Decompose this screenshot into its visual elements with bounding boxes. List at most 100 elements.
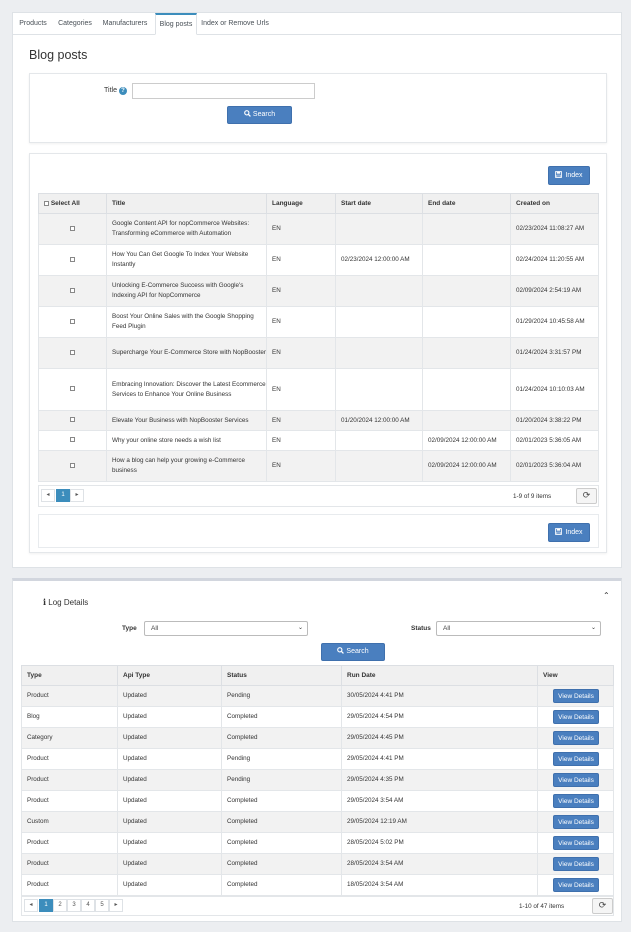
pager-page-button[interactable]: 4	[81, 899, 95, 912]
row-select-cell[interactable]	[38, 430, 107, 451]
row-select-cell[interactable]	[38, 244, 107, 276]
end-date-cell	[422, 410, 511, 431]
blog-posts-table: Select All Title Language Start date End…	[38, 193, 599, 482]
pager-summary: 1-10 of 47 items	[519, 903, 565, 910]
created-on-cell: 02/01/2023 5:36:05 AM	[510, 430, 599, 451]
row-checkbox[interactable]	[70, 386, 75, 392]
row-checkbox[interactable]	[70, 462, 75, 468]
pager-page-button[interactable]: 3	[67, 899, 81, 912]
blog-posts-card: Products Categories Manufacturers Blog p…	[12, 12, 622, 568]
search-button[interactable]: Search	[227, 106, 292, 124]
title-cell: Supercharge Your E-Commerce Store with N…	[106, 337, 267, 369]
pager-page-button[interactable]: 1	[39, 899, 53, 912]
created-on-cell: 02/23/2024 11:08:27 AM	[510, 213, 599, 245]
view-details-button[interactable]: View Details	[553, 857, 599, 871]
row-select-cell[interactable]	[38, 450, 107, 482]
view-cell: View Details	[537, 727, 614, 749]
created-on-cell: 02/09/2024 2:54:19 AM	[510, 275, 599, 307]
row-checkbox[interactable]	[70, 287, 75, 293]
row-select-cell[interactable]	[38, 368, 107, 411]
row-checkbox[interactable]	[70, 225, 75, 231]
row-select-cell[interactable]	[38, 275, 107, 307]
column-select-all[interactable]: Select All	[38, 193, 107, 214]
row-checkbox[interactable]	[70, 437, 75, 443]
title-label: Title	[104, 87, 117, 94]
pager-prev-button[interactable]: ◂	[41, 489, 55, 502]
refresh-button[interactable]: ⟳	[592, 898, 613, 914]
row-checkbox[interactable]	[70, 256, 75, 262]
log-row: Product Updated Completed 28/05/2024 5:02 P…	[21, 832, 614, 854]
view-details-button[interactable]: View Details	[553, 752, 599, 766]
view-details-button[interactable]: View Details	[553, 773, 599, 787]
index-footer-button-label: Index	[565, 529, 583, 536]
tab-categories[interactable]: Categories	[55, 13, 95, 35]
column-language: Language	[266, 193, 336, 214]
help-circle-icon[interactable]: ?	[119, 87, 127, 95]
tab-products[interactable]: Products	[13, 13, 53, 35]
row-select-cell[interactable]	[38, 337, 107, 369]
view-details-button[interactable]: View Details	[553, 794, 599, 808]
pager-page-button[interactable]: 1	[56, 489, 70, 502]
view-details-button[interactable]: View Details	[553, 878, 599, 892]
row-select-cell[interactable]	[38, 306, 107, 338]
column-api-type: Api Type	[117, 665, 222, 686]
column-title: Title	[106, 193, 267, 214]
row-checkbox[interactable]	[70, 318, 75, 324]
index-button-label: Index	[565, 172, 583, 179]
status-cell: Completed	[221, 790, 342, 812]
select-all-checkbox[interactable]	[44, 200, 49, 206]
view-details-button[interactable]: View Details	[553, 731, 599, 745]
type-select-value: All	[151, 625, 159, 632]
grid-footer: Index	[38, 514, 599, 548]
tab-blog-posts[interactable]: Blog posts	[155, 13, 197, 35]
row-checkbox[interactable]	[70, 349, 75, 355]
log-row: Product Updated Pending 29/05/2024 4:41 PM V…	[21, 748, 614, 770]
refresh-button[interactable]: ⟳	[576, 488, 597, 504]
column-type: Type	[21, 665, 118, 686]
column-run-date: Run Date	[341, 665, 538, 686]
pager-next-button[interactable]: ▸	[70, 489, 84, 502]
index-button[interactable]: Index	[548, 166, 590, 185]
row-checkbox[interactable]	[70, 417, 75, 423]
start-date-cell	[335, 306, 423, 338]
tab-manufacturers[interactable]: Manufacturers	[99, 13, 151, 35]
search-icon	[244, 110, 251, 117]
type-select[interactable]: All ⌄	[144, 621, 308, 636]
tab-index-or-remove-urls[interactable]: Index or Remove Urls	[201, 13, 269, 35]
start-date-cell: 02/23/2024 12:00:00 AM	[335, 244, 423, 276]
view-details-button[interactable]: View Details	[553, 710, 599, 724]
status-label: Status	[411, 625, 431, 632]
pager-prev-button[interactable]: ◂	[24, 899, 38, 912]
run-date-cell: 28/05/2024 5:02 PM	[341, 832, 538, 854]
end-date-cell	[422, 275, 511, 307]
title-cell: Embracing Innovation: Discover the Lates…	[106, 368, 267, 411]
index-footer-button[interactable]: Index	[548, 523, 590, 542]
created-on-cell: 02/24/2024 11:20:55 AM	[510, 244, 599, 276]
pager-next-button[interactable]: ▸	[109, 899, 123, 912]
search-button-label: Search	[252, 111, 276, 118]
language-cell: EN	[266, 244, 336, 276]
title-input[interactable]	[132, 83, 315, 99]
pager-summary: 1-9 of 9 items	[513, 493, 552, 500]
start-date-cell	[335, 275, 423, 307]
status-select[interactable]: All ⌄	[436, 621, 601, 636]
pager-page-button[interactable]: 5	[95, 899, 109, 912]
pager-page-button[interactable]: 2	[53, 899, 67, 912]
chevron-up-icon[interactable]: ⌃	[603, 591, 610, 600]
view-details-button[interactable]: View Details	[553, 689, 599, 703]
view-details-button[interactable]: View Details	[553, 815, 599, 829]
api-type-cell: Updated	[117, 811, 222, 833]
row-select-cell[interactable]	[38, 410, 107, 431]
log-details-header: i Log Details	[43, 597, 88, 607]
status-cell: Completed	[221, 727, 342, 749]
view-details-button[interactable]: View Details	[553, 836, 599, 850]
log-table: Type Api Type Status Run Date View Produ…	[21, 665, 614, 896]
nav-tabs: Products Categories Manufacturers Blog p…	[13, 13, 621, 35]
status-cell: Pending	[221, 748, 342, 770]
table-row: Elevate Your Business with NopBooster Se…	[38, 410, 599, 431]
row-select-cell[interactable]	[38, 213, 107, 245]
language-cell: EN	[266, 337, 336, 369]
log-search-button[interactable]: Search	[321, 643, 385, 661]
view-cell: View Details	[537, 790, 614, 812]
api-type-cell: Updated	[117, 748, 222, 770]
